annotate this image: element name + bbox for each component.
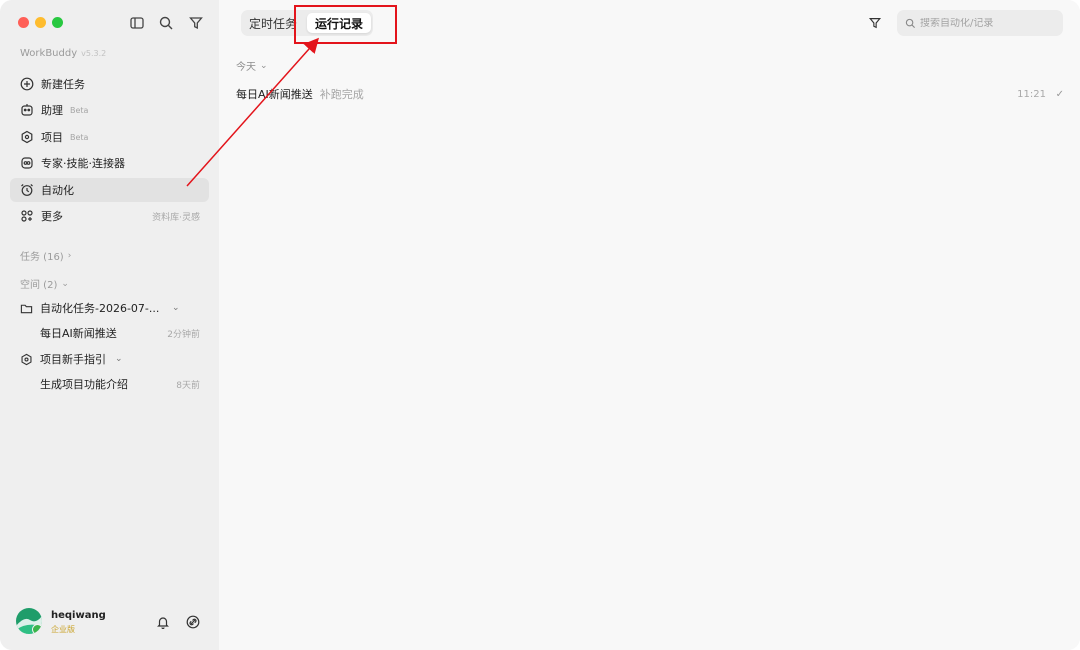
check-icon: ✓ (1055, 88, 1064, 100)
nav-experts-skills-connectors[interactable]: 专家·技能·连接器 (10, 151, 209, 175)
search-input[interactable] (920, 17, 1060, 29)
tasks-section-header[interactable]: 任务 (16) › (20, 248, 72, 264)
nav-more[interactable]: 更多 资料库·灵感 (10, 204, 209, 228)
chevron-right-icon: › (67, 250, 72, 261)
app-window: WorkBuddy v5.3.2 新建任务 助理 Beta 项目 Beta 专家… (0, 0, 1080, 650)
nav-project[interactable]: 项目 Beta (10, 125, 209, 149)
assistant-icon (19, 102, 35, 118)
nav-new-task[interactable]: 新建任务 (10, 72, 209, 96)
space-task-label: 每日AI新闻推送 (40, 327, 117, 340)
chevron-down-icon[interactable]: ⌄ (115, 354, 123, 364)
filter-icon[interactable] (187, 14, 205, 32)
run-time: 11:21 (1017, 88, 1046, 100)
nav-label: 新建任务 (41, 78, 85, 91)
space-task-item[interactable]: 生成项目功能介绍 8天前 (40, 374, 200, 394)
space-task-time: 2分钟前 (167, 329, 200, 340)
search-box[interactable] (897, 10, 1063, 36)
app-brand: WorkBuddy v5.3.2 (20, 48, 106, 59)
app-version: v5.3.2 (81, 49, 107, 58)
app-name: WorkBuddy (20, 48, 78, 59)
close-window-button[interactable] (18, 17, 29, 28)
spaces-header-label: 空间 (2) (20, 280, 58, 291)
space-folder[interactable]: 项目新手指引 ⌄ (20, 349, 200, 369)
project-icon (21, 353, 32, 365)
chevron-down-icon: ⌄ (61, 278, 69, 289)
space-task-label: 生成项目功能介绍 (40, 378, 128, 391)
maximize-window-button[interactable] (52, 17, 63, 28)
chevron-down-icon[interactable]: ⌄ (172, 303, 180, 313)
online-status-dot (32, 624, 42, 634)
experts-icon (19, 155, 35, 171)
search-icon[interactable] (157, 14, 175, 32)
space-folder[interactable]: 自动化任务-2026-07-... ⌄ (20, 298, 200, 318)
space-label: 项目新手指引 (40, 353, 106, 366)
project-icon (19, 129, 35, 145)
tab-scheduled-tasks[interactable]: 定时任务 (245, 13, 301, 33)
user-plan: 企业版 (51, 625, 75, 634)
folder-icon (20, 304, 33, 313)
sidebar: WorkBuddy v5.3.2 新建任务 助理 Beta 项目 Beta 专家… (0, 0, 219, 650)
nav-label: 更多 (41, 210, 63, 223)
main-panel: 定时任务 运行记录 今天 ⌄ 每日AI新闻推送 补跑完成 11:21 ✓ (219, 0, 1080, 650)
space-task-item[interactable]: 每日AI新闻推送 2分钟前 (40, 323, 200, 343)
link-icon[interactable] (185, 614, 201, 630)
tasks-header-label: 任务 (16) (20, 252, 64, 263)
date-group-label: 今天 (236, 62, 256, 73)
nav-label: 专家·技能·连接器 (41, 157, 125, 170)
chevron-down-icon: ⌄ (260, 60, 268, 71)
nav-label: 助理 (41, 104, 63, 117)
nav-label: 项目 (41, 131, 63, 144)
beta-badge: Beta (70, 132, 89, 142)
space-task-time: 8天前 (176, 380, 200, 391)
annotation-highlight-box (294, 5, 397, 44)
filter-icon[interactable] (867, 15, 883, 31)
plus-circle-icon (19, 76, 35, 92)
user-name: heqiwang (51, 610, 106, 621)
sidebar-toggle-icon[interactable] (128, 14, 146, 32)
date-group-header[interactable]: 今天 ⌄ (236, 58, 268, 74)
run-name: 每日AI新闻推送 (236, 88, 313, 101)
avatar (16, 608, 42, 634)
grid-icon (19, 208, 35, 224)
more-subtitle: 资料库·灵感 (152, 212, 200, 223)
user-profile[interactable]: heqiwang 企业版 (16, 606, 216, 638)
run-record-row[interactable]: 每日AI新闻推送 补跑完成 11:21 ✓ (236, 84, 1064, 104)
spaces-section-header[interactable]: 空间 (2) ⌄ (20, 276, 69, 292)
minimize-window-button[interactable] (35, 17, 46, 28)
run-status: 补跑完成 (319, 88, 364, 101)
beta-badge: Beta (70, 105, 89, 115)
space-label: 自动化任务-2026-07-... (40, 302, 160, 315)
bell-icon[interactable] (155, 614, 171, 630)
search-icon (905, 18, 916, 28)
alarm-clock-icon (19, 182, 35, 198)
nav-label: 自动化 (41, 184, 74, 197)
nav-assistant[interactable]: 助理 Beta (10, 98, 209, 122)
nav-automation[interactable]: 自动化 (10, 178, 209, 202)
